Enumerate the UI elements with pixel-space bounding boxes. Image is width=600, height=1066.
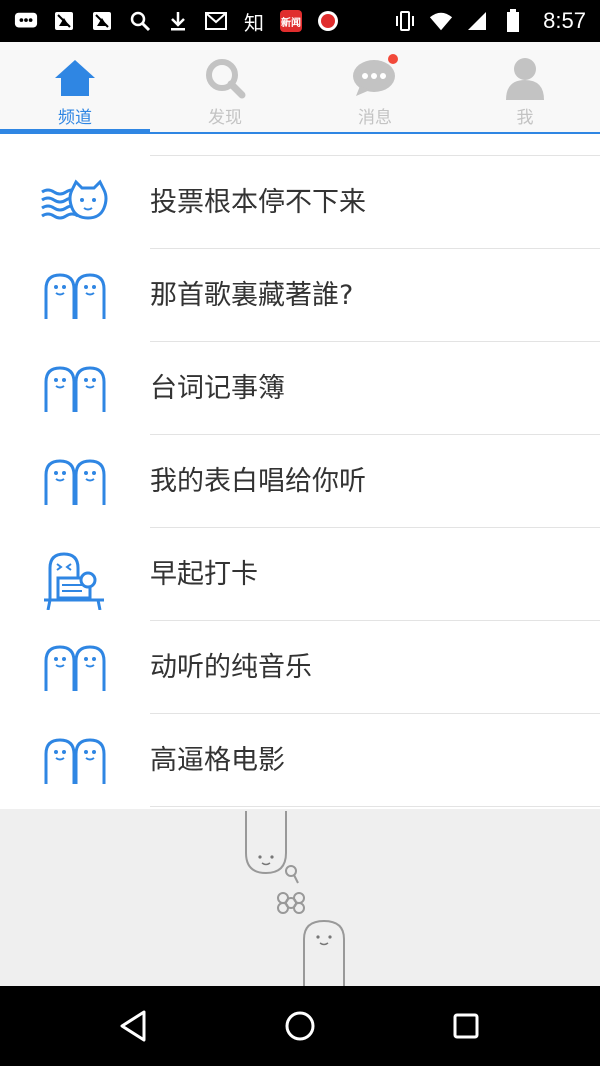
channel-title: 早起打卡 — [150, 559, 258, 590]
twin-ghosts-icon — [40, 457, 110, 507]
tab-messages[interactable]: 消息 — [300, 42, 450, 132]
channel-title: 动听的纯音乐 — [150, 652, 312, 683]
vibrate-icon — [393, 9, 417, 33]
home-icon — [50, 54, 100, 102]
tab-label: 我 — [516, 108, 534, 128]
ghost-doodle-icon — [245, 811, 345, 986]
clock: 8:57 — [543, 8, 586, 33]
wifi-icon — [429, 9, 453, 33]
ghost-desk-icon — [40, 550, 110, 611]
tab-me[interactable]: 我 — [450, 42, 600, 132]
channel-item[interactable]: 台词记事簿 — [0, 342, 600, 435]
channel-item[interactable]: 动听的纯音乐 — [0, 621, 600, 714]
channel-item[interactable]: 投票根本停不下来 — [0, 156, 600, 249]
download-icon — [166, 9, 190, 33]
status-bar: 知 新闻 8:57 — [0, 0, 600, 42]
unread-badge — [388, 54, 398, 64]
back-icon[interactable] — [114, 1006, 154, 1046]
gmail-icon — [204, 9, 228, 33]
message-icon — [14, 9, 38, 33]
no-sim-icon — [90, 9, 114, 33]
twin-ghosts-icon — [40, 364, 110, 414]
channel-title: 高逼格电影 — [150, 745, 285, 776]
no-sim-icon — [52, 9, 76, 33]
channel-item[interactable]: 早起打卡 — [0, 528, 600, 621]
cat-waves-icon — [40, 178, 110, 228]
app-badge-icon — [316, 9, 340, 33]
channel-title: 投票根本停不下来 — [150, 187, 366, 218]
channel-title: 那首歌裏藏著誰? — [150, 280, 354, 311]
channel-title: 台词记事簿 — [150, 373, 285, 404]
tab-bar: 频道 发现 消息 我 — [0, 42, 600, 134]
signal-icon — [465, 9, 489, 33]
search-icon — [200, 54, 250, 102]
tab-label: 发现 — [208, 108, 242, 128]
search-icon — [128, 9, 152, 33]
chat-bubble-icon — [350, 54, 400, 102]
person-icon — [500, 54, 550, 102]
channel-title: 我的表白唱给你听 — [150, 466, 366, 497]
tab-discover[interactable]: 发现 — [150, 42, 300, 132]
channel-item[interactable]: 高逼格电影 — [0, 714, 600, 807]
zhihu-icon: 知 — [244, 10, 264, 35]
tab-label: 频道 — [58, 108, 92, 128]
news-app-icon: 新闻 — [280, 10, 302, 32]
channel-item[interactable]: 我的表白唱给你听 — [0, 435, 600, 528]
list-end-illustration — [0, 809, 600, 986]
battery-icon — [501, 9, 525, 33]
home-circle-icon[interactable] — [280, 1006, 320, 1046]
twin-ghosts-icon — [40, 643, 110, 693]
channel-item[interactable]: 那首歌裏藏著誰? — [0, 249, 600, 342]
recents-icon[interactable] — [446, 1006, 486, 1046]
tab-channels[interactable]: 频道 — [0, 42, 150, 134]
twin-ghosts-icon — [40, 736, 110, 786]
twin-ghosts-icon — [40, 271, 110, 321]
system-nav-bar — [0, 986, 600, 1066]
divider — [150, 806, 600, 807]
channel-list: 投票根本停不下来 那首歌裏藏著誰? 台词记事簿 我的表白唱给你听 早起打卡 动听… — [0, 134, 600, 809]
tab-label: 消息 — [358, 108, 392, 128]
